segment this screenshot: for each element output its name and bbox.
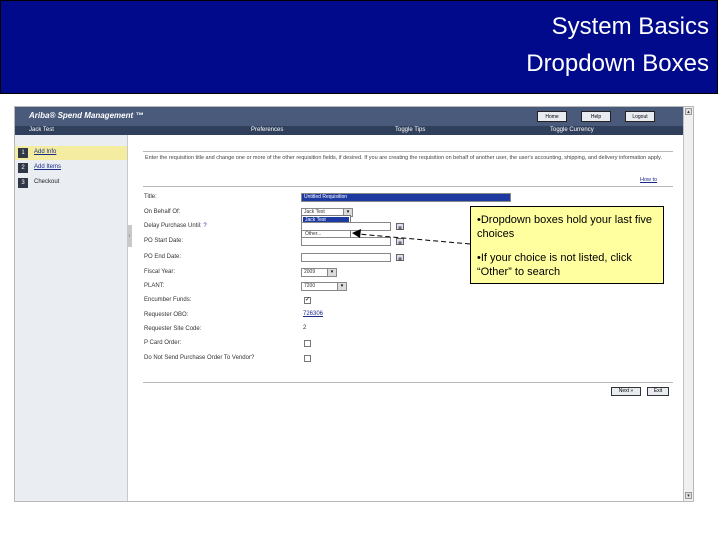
title-input[interactable]: Untitled Requisition bbox=[301, 193, 511, 202]
delay-purchase-input[interactable] bbox=[301, 222, 391, 231]
fiscal-year-dropdown[interactable]: 2009 ▾ bbox=[301, 268, 337, 277]
nav-step-label[interactable]: Checkout bbox=[34, 179, 59, 185]
step-number: 2 bbox=[18, 163, 28, 173]
scroll-up-icon[interactable]: ▴ bbox=[685, 108, 692, 115]
callout-note: •Dropdown boxes hold your last five choi… bbox=[470, 206, 664, 284]
chevron-down-icon[interactable]: ▾ bbox=[327, 269, 336, 276]
title-label: Title: bbox=[144, 194, 157, 200]
slide-title-banner: System Basics Dropdown Boxes bbox=[0, 0, 718, 94]
home-button[interactable]: Home bbox=[537, 111, 567, 122]
plant-dropdown[interactable]: 7200 ▾ bbox=[301, 282, 347, 291]
divider bbox=[143, 151, 673, 152]
po-start-label: PO Start Date: bbox=[144, 238, 184, 244]
divider bbox=[143, 382, 673, 383]
on-behalf-label: On Behalf Of: bbox=[144, 209, 181, 215]
calendar-icon[interactable]: ▦ bbox=[396, 238, 404, 245]
requester-site-label: Requester Site Code: bbox=[144, 326, 202, 332]
help-icon[interactable]: ? bbox=[203, 223, 206, 229]
po-end-input[interactable] bbox=[301, 253, 391, 262]
po-end-label: PO End Date: bbox=[144, 254, 182, 260]
collapse-nav-icon[interactable]: ‹ bbox=[127, 225, 132, 247]
callout-line1: •Dropdown boxes hold your last five choi… bbox=[477, 214, 653, 240]
do-not-send-checkbox[interactable] bbox=[304, 355, 311, 362]
nav-step-label[interactable]: Add Items bbox=[34, 164, 61, 170]
requester-obo-link[interactable]: 726306 bbox=[303, 311, 323, 317]
requester-obo-label: Requester OBO: bbox=[144, 312, 189, 318]
instructions-text: Enter the requisition title and change o… bbox=[145, 155, 663, 161]
callout-line2: •If your choice is not listed, click “Ot… bbox=[477, 252, 632, 278]
app-header: Ariba® Spend Management ™ Home Help Logo… bbox=[15, 107, 683, 126]
step-number: 3 bbox=[18, 178, 28, 188]
vertical-scrollbar[interactable]: ▴ ▾ bbox=[683, 107, 693, 501]
nav-step-add-items[interactable]: 2 Add Items bbox=[15, 161, 127, 175]
slide-title-line1: System Basics bbox=[551, 13, 709, 40]
app-screenshot: Ariba® Spend Management ™ Home Help Logo… bbox=[14, 106, 694, 502]
encumber-checkbox[interactable]: ✓ bbox=[304, 297, 311, 304]
logout-button[interactable]: Logout bbox=[625, 111, 655, 122]
fiscal-year-label: Fiscal Year: bbox=[144, 269, 176, 275]
fiscal-year-value: 2009 bbox=[304, 269, 316, 275]
toggle-currency-menu[interactable]: Toggle Currency bbox=[550, 127, 594, 133]
toggle-tips-menu[interactable]: Toggle Tips bbox=[395, 127, 425, 133]
left-nav: 1 Add Info 2 Add Items 3 Checkout bbox=[15, 135, 128, 501]
scroll-down-icon[interactable]: ▾ bbox=[685, 492, 692, 499]
encumber-label: Encumber Funds: bbox=[144, 297, 192, 303]
preferences-menu[interactable]: Preferences bbox=[251, 127, 283, 133]
nav-step-add-info[interactable]: 1 Add Info bbox=[15, 146, 127, 160]
pcard-label: P Card Order: bbox=[144, 340, 182, 346]
nav-step-checkout[interactable]: 3 Checkout bbox=[15, 176, 127, 190]
slide-title-line2: Dropdown Boxes bbox=[526, 50, 709, 77]
app-menu-bar: Jack Test Preferences Toggle Tips Toggle… bbox=[15, 126, 683, 135]
po-start-input[interactable] bbox=[301, 237, 391, 246]
exit-button[interactable]: Exit bbox=[647, 387, 669, 396]
step-number: 1 bbox=[18, 148, 28, 158]
delay-purchase-label: Delay Purchase Until: ? bbox=[144, 223, 207, 229]
help-button[interactable]: Help bbox=[581, 111, 611, 122]
user-name: Jack Test bbox=[29, 127, 54, 133]
do-not-send-label: Do Not Send Purchase Order To Vendor? bbox=[144, 355, 255, 361]
chevron-down-icon[interactable]: ▾ bbox=[337, 283, 346, 290]
plant-value: 7200 bbox=[304, 283, 316, 289]
next-button[interactable]: Next » bbox=[611, 387, 641, 396]
calendar-icon[interactable]: ▦ bbox=[396, 223, 404, 230]
calendar-icon[interactable]: ▦ bbox=[396, 254, 404, 261]
plant-label: PLANT: bbox=[144, 283, 165, 289]
how-to-link[interactable]: How to bbox=[640, 177, 657, 183]
app-logo: Ariba® Spend Management ™ bbox=[29, 111, 144, 120]
requester-site-value: 2 bbox=[303, 325, 307, 331]
divider bbox=[143, 186, 673, 187]
nav-step-label[interactable]: Add Info bbox=[34, 149, 56, 155]
pcard-checkbox[interactable] bbox=[304, 340, 311, 347]
